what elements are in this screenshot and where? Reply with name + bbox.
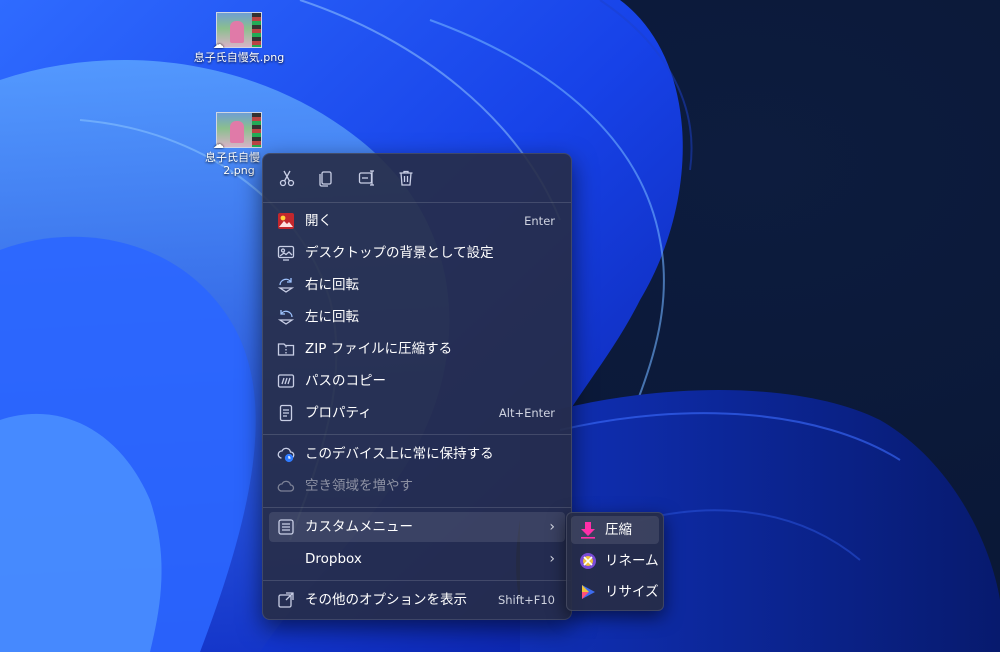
menu-list-icon <box>277 518 295 536</box>
cloud-icon <box>277 477 295 495</box>
context-menu: 開く Enter デスクトップの背景として設定 右に回転 左に回転 ZIP ファ… <box>262 153 572 620</box>
menu-item-free-up-space: 空き領域を増やす <box>269 471 565 501</box>
more-options-icon <box>277 591 295 609</box>
menu-separator <box>263 202 571 203</box>
menu-item-label: Dropbox <box>305 551 362 567</box>
menu-item-label: ZIP ファイルに圧縮する <box>305 341 453 357</box>
image-thumbnail-icon: ☁ <box>213 112 262 151</box>
menu-item-copy-path[interactable]: パスのコピー <box>269 366 565 396</box>
menu-item-label: その他のオプションを表示 <box>305 592 467 608</box>
delete-button[interactable] <box>394 166 418 190</box>
menu-item-dropbox[interactable]: Dropbox › <box>269 544 565 574</box>
delete-icon <box>399 170 413 186</box>
photos-app-icon <box>277 212 295 230</box>
menu-item-rotate-left[interactable]: 左に回転 <box>269 302 565 332</box>
cloud-sync-icon: ☁ <box>213 38 224 51</box>
rename-button[interactable] <box>355 166 379 190</box>
menu-item-label: 空き領域を増やす <box>305 478 413 494</box>
menu-item-always-keep[interactable]: このデバイス上に常に保持する <box>269 439 565 469</box>
rotate-left-icon <box>277 308 295 326</box>
desktop-file-label: 息子氏自慢気.png <box>193 51 285 64</box>
copy-button[interactable] <box>314 166 338 190</box>
menu-item-label: パスのコピー <box>305 373 386 389</box>
menu-item-rotate-right[interactable]: 右に回転 <box>269 270 565 300</box>
properties-icon <box>277 404 295 422</box>
cloud-sync-icon: ☁ <box>213 138 224 151</box>
menu-separator <box>263 580 571 581</box>
menu-separator <box>263 507 571 508</box>
cut-icon <box>279 170 295 187</box>
menu-item-label: 開く <box>305 213 332 229</box>
rename-tool-icon <box>579 552 597 570</box>
menu-item-custom-menu[interactable]: カスタムメニュー › <box>269 512 565 542</box>
menu-item-label: このデバイス上に常に保持する <box>305 446 494 462</box>
menu-item-shortcut: Enter <box>524 214 555 228</box>
menu-item-label: デスクトップの背景として設定 <box>305 245 494 261</box>
rename-icon <box>358 170 374 186</box>
cut-button[interactable] <box>275 166 299 190</box>
menu-item-show-more-options[interactable]: その他のオプションを表示 Shift+F10 <box>269 585 565 615</box>
chevron-right-icon: › <box>549 519 555 535</box>
menu-item-label: 左に回転 <box>305 309 359 325</box>
custom-submenu: 圧縮 リネーム リサイズ <box>566 512 664 611</box>
desktop-file-icon-1[interactable]: ☁ 息子氏自慢気.png <box>184 12 294 64</box>
zip-folder-icon <box>277 340 295 358</box>
cloud-keep-icon <box>277 445 295 463</box>
menu-item-label: 右に回転 <box>305 277 359 293</box>
chevron-right-icon: › <box>549 551 555 567</box>
download-arrow-icon <box>579 521 597 539</box>
menu-item-label: カスタムメニュー <box>305 519 413 535</box>
submenu-item-resize[interactable]: リサイズ <box>571 578 659 606</box>
copy-path-icon <box>277 372 295 390</box>
menu-item-set-wallpaper[interactable]: デスクトップの背景として設定 <box>269 238 565 268</box>
menu-separator <box>263 434 571 435</box>
menu-item-open[interactable]: 開く Enter <box>269 206 565 236</box>
rotate-right-icon <box>277 276 295 294</box>
menu-item-shortcut: Shift+F10 <box>497 593 555 607</box>
submenu-item-rename[interactable]: リネーム <box>571 547 659 575</box>
context-menu-toolbar <box>263 154 571 202</box>
submenu-item-compress[interactable]: 圧縮 <box>571 516 659 544</box>
submenu-item-label: リネーム <box>605 553 659 569</box>
menu-item-properties[interactable]: プロパティ Alt+Enter <box>269 398 565 428</box>
resize-tool-icon <box>579 583 597 601</box>
submenu-item-label: 圧縮 <box>605 522 632 538</box>
menu-item-compress-zip[interactable]: ZIP ファイルに圧縮する <box>269 334 565 364</box>
submenu-item-label: リサイズ <box>605 584 659 600</box>
image-thumbnail-icon: ☁ <box>213 12 262 51</box>
menu-item-label: プロパティ <box>305 405 372 421</box>
menu-item-shortcut: Alt+Enter <box>498 406 555 420</box>
copy-icon <box>319 171 332 187</box>
wallpaper-icon <box>277 244 295 262</box>
